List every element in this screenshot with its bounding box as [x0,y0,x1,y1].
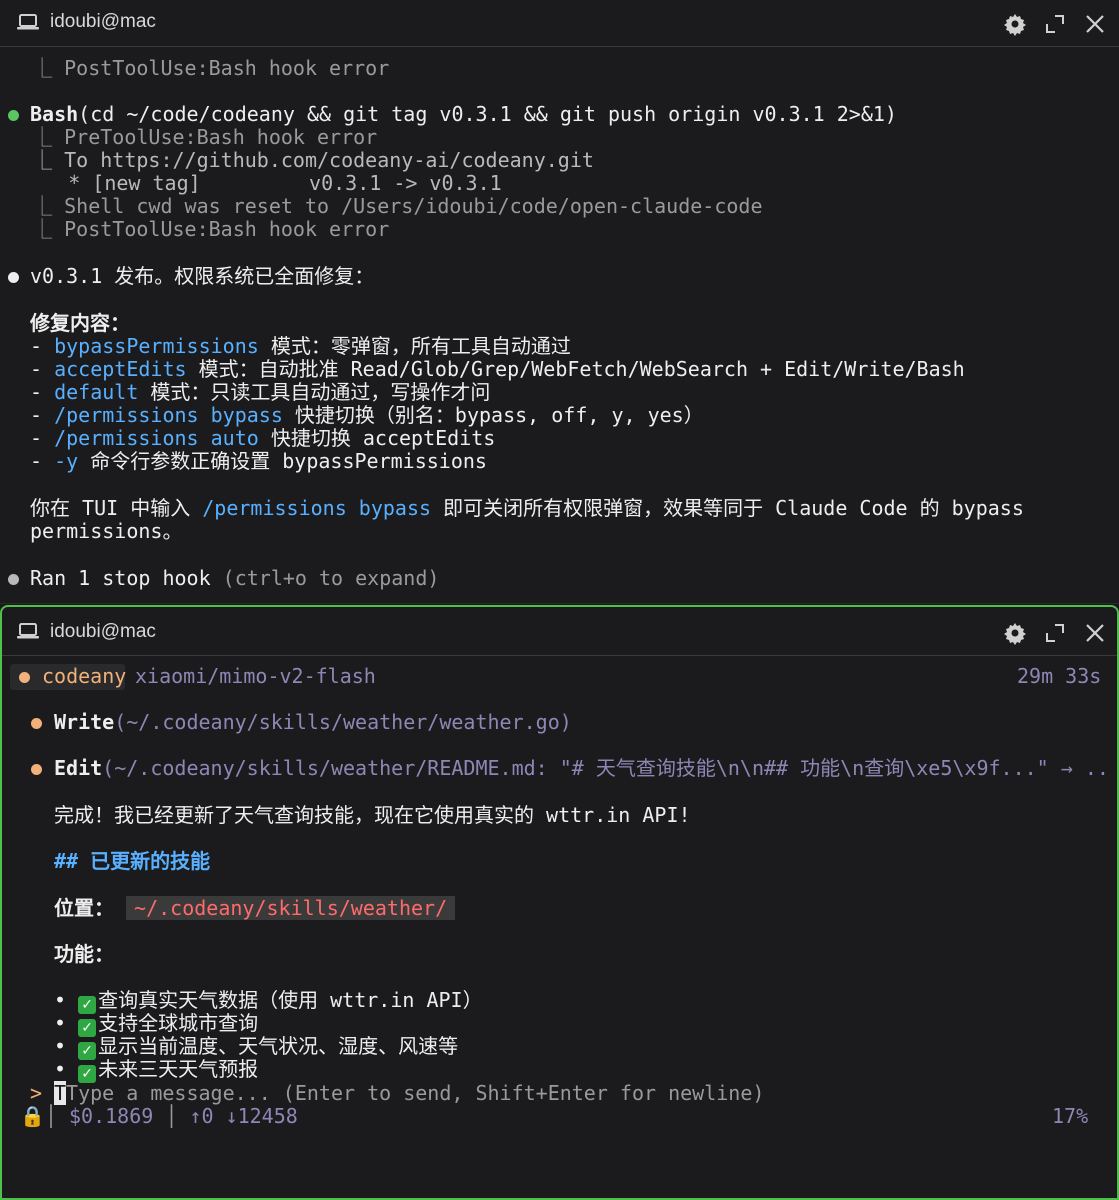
output-line: ⎿ Shell cwd was reset to /Users/idoubi/c… [8,194,763,218]
feature-item: • ✓ 未来三天天气预报 [54,1057,259,1083]
token-counts: ↑0 ↓12458 [189,1104,298,1128]
features-label: 功能： [54,942,114,966]
list-item: - -y 命令行参数正确设置 bypassPermissions [30,449,487,473]
stop-hook-line[interactable]: Ran 1 stop hook (ctrl+o to expand) [30,567,439,590]
tool-dot-icon [31,764,42,775]
release-line: v0.3.1 发布。权限系统已全面修复： [30,264,375,288]
laptop-icon [17,14,39,30]
model-name: xiaomi/mimo-v2-flash [135,664,376,688]
close-icon[interactable] [1083,12,1107,36]
list-item: - /permissions auto 快捷切换 acceptEdits [30,426,496,450]
list-item: - bypassPermissions 模式：零弹窗，所有工具自动通过 [30,334,571,358]
section-heading: ## 已更新的技能 [54,849,211,873]
list-item: - default 模式：只读工具自动通过，写操作才问 [30,380,491,404]
pane-titlebar: idoubi@mac [0,0,1119,47]
location-line: 位置： ~/.codeany/skills/weather/ [54,896,456,920]
output-line: ⎿ PreToolUse:Bash hook error [8,125,378,149]
output-line: * [new tag] v0.3.1 -> v0.3.1 [8,171,502,195]
maximize-icon[interactable] [1043,12,1067,36]
input-placeholder: Type a message... (Enter to send, Shift+… [66,1081,765,1105]
context-percent: 17% [1052,1104,1089,1128]
output-line: ⎿ PostToolUse:Bash hook error [8,56,390,80]
output-line: ⎿ PostToolUse:Bash hook error [8,217,390,241]
list-item: - /permissions bypass 快捷切换（别名：bypass, of… [30,403,704,427]
settings-gear-icon[interactable] [1003,12,1027,36]
close-icon[interactable] [1083,621,1107,645]
pane-title: idoubi@mac [50,621,156,642]
status-dot-icon [8,574,19,585]
terminal-pane-top[interactable]: idoubi@mac ⎿ PostToolUse:Bash hook error… [0,0,1119,604]
maximize-icon[interactable] [1043,621,1067,645]
app-status-dot-icon [19,672,30,683]
paragraph-line: permissions。 [30,519,183,543]
paragraph-line: 你在 TUI 中输入 /permissions bypass 即可关闭所有权限弹… [30,496,1024,520]
pane-titlebar: idoubi@mac [2,607,1117,656]
message-dot-icon [8,272,19,283]
location-code: ~/.codeany/skills/weather/ [126,896,456,920]
list-item: - acceptEdits 模式：自动批准 Read/Glob/Grep/Web… [30,357,965,381]
session-cost: $0.1869 [69,1104,154,1128]
write-tool-line: Write(~/.codeany/skills/weather/weather.… [54,710,572,734]
prompt-symbol: > [30,1081,43,1105]
app-name: codeany [42,664,127,688]
text-cursor: T [54,1081,67,1105]
message-input[interactable]: TType a message... (Enter to send, Shift… [54,1081,765,1105]
lock-icon: 🔒 [20,1104,45,1128]
elapsed-time: 29m 33s [1017,664,1102,688]
status-bar: 🔒│ $0.1869 │ ↑0 ↓12458 [20,1104,298,1128]
laptop-icon [17,623,39,639]
pane-title: idoubi@mac [50,11,156,32]
bash-command-line: Bash(cd ~/code/codeany && git tag v0.3.1… [30,102,897,126]
tool-dot-icon [31,718,42,729]
output-line: ⎿ To https://github.com/codeany-ai/codea… [8,148,594,172]
fix-heading: 修复内容： [30,311,130,335]
success-dot-icon [8,110,19,121]
settings-gear-icon[interactable] [1003,621,1027,645]
edit-tool-line: Edit(~/.codeany/skills/weather/README.md… [54,757,1109,780]
done-message: 完成！我已经更新了天气查询技能，现在它使用真实的 wttr.in API! [54,803,691,827]
